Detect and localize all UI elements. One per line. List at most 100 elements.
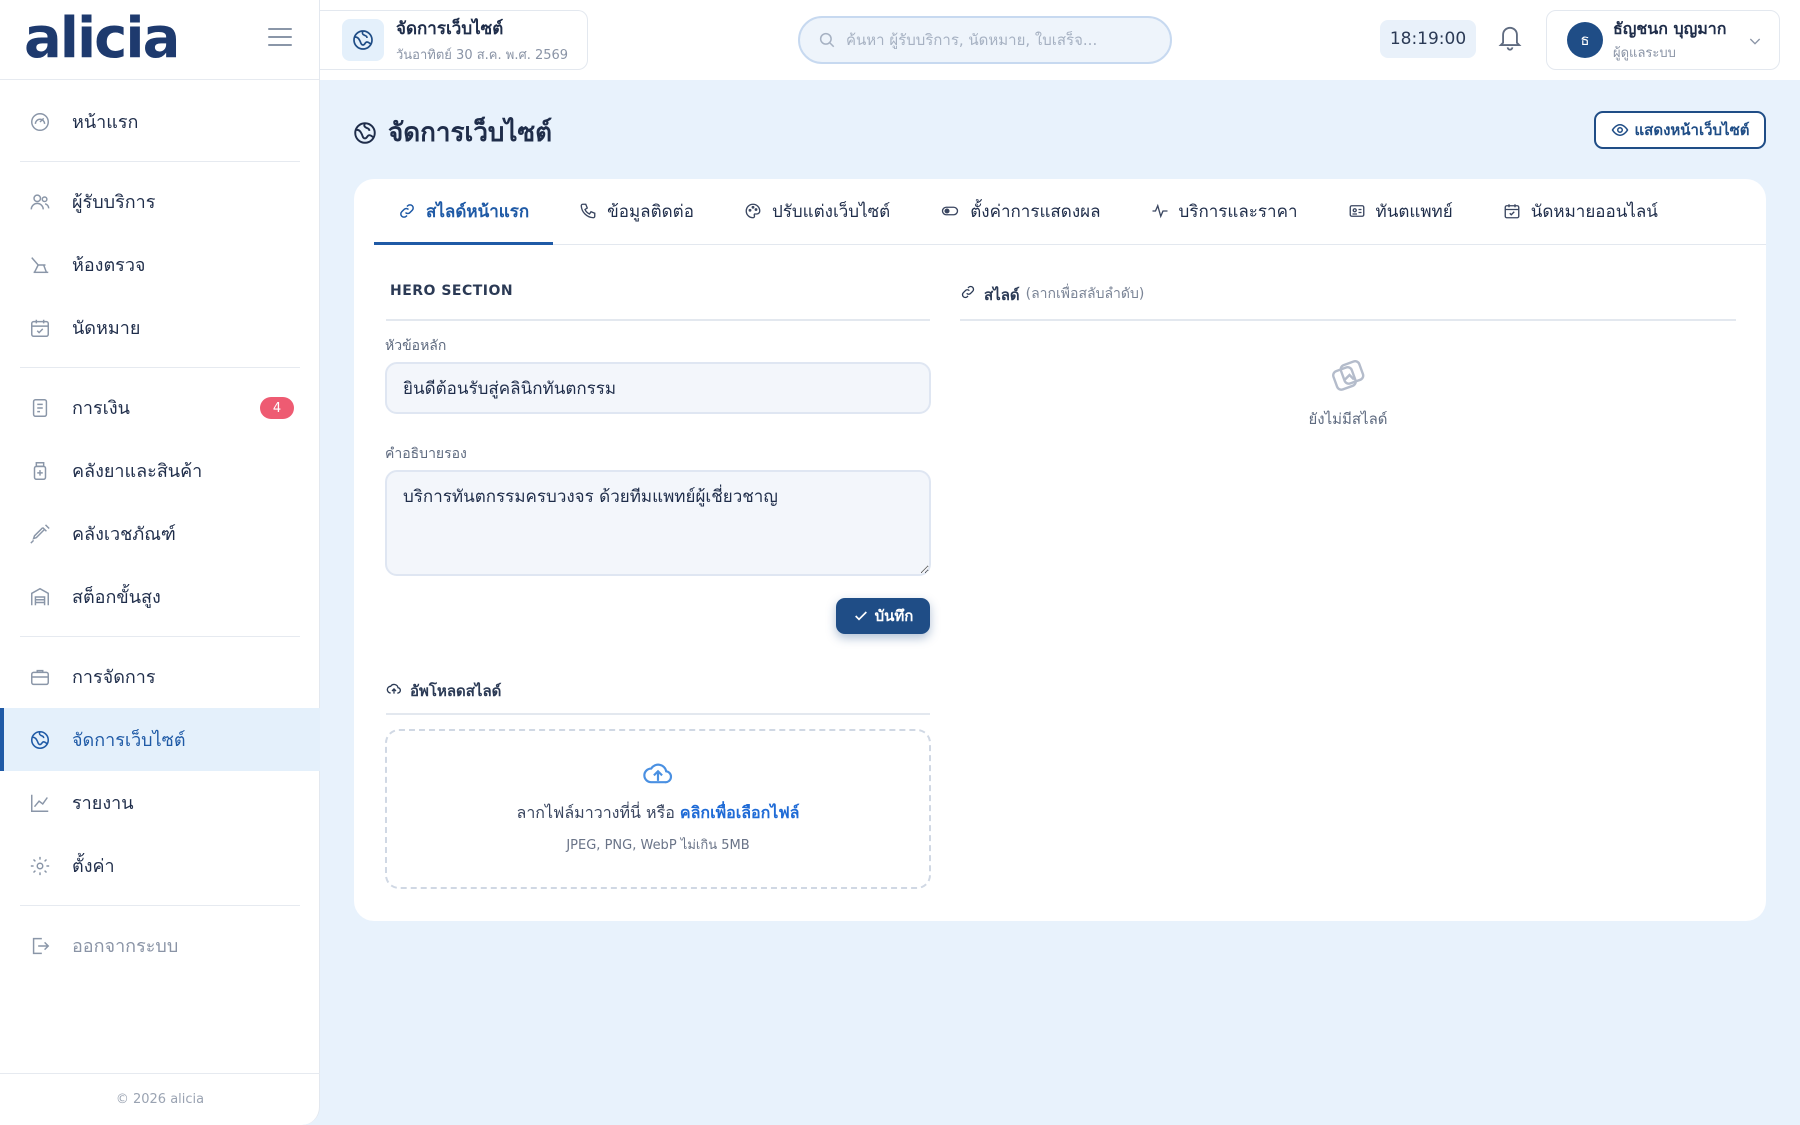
dropzone-text: ลากไฟล์มาวางที่นี่ หรือ คลิกเพื่อเลือกไฟ… [387,801,929,826]
tab-label: ตั้งค่าการแสดงผล [970,201,1101,222]
menu-toggle-icon[interactable] [268,28,292,48]
phone-icon [580,203,596,219]
sidebar-item-label: ผู้รับบริการ [72,192,156,213]
tab-online-booking[interactable]: นัดหมายออนไลน์ [1479,178,1682,244]
cloud-upload-icon [387,759,929,793]
upload-section-heading: อัพโหลดสไลด์ [386,679,930,715]
nav-divider [20,161,300,162]
sidebar-item-pharmacy[interactable]: คลังยาและสินค้า [0,439,320,502]
sidebar: alicia หน้าแรก ผู้รับบริการ ห้องตรวจ นัด… [0,0,320,1125]
website-settings-card: สไลด์หน้าแรก ข้อมูลติดต่อ ปรับแต่งเว็บไซ… [354,179,1766,921]
sidebar-item-appointments[interactable]: นัดหมาย [0,296,320,359]
tab-label: สไลด์หน้าแรก [426,201,530,222]
subtitle-textarea[interactable]: บริการทันตกรรมครบวงจร ด้วยทีมแพทย์ผู้เชี… [385,470,931,576]
sidebar-item-label: ออกจากระบบ [72,936,179,957]
sidebar-item-exam-room[interactable]: ห้องตรวจ [0,233,320,296]
tab-label: ข้อมูลติดต่อ [607,201,694,222]
file-dropzone[interactable]: ลากไฟล์มาวางที่นี่ หรือ คลิกเพื่อเลือกไฟ… [385,729,931,889]
tab-services-pricing[interactable]: บริการและราคา [1127,178,1322,244]
chevron-down-icon [1749,38,1761,45]
sidebar-item-label: หน้าแรก [72,112,139,133]
tab-label: นัดหมายออนไลน์ [1530,201,1658,222]
tab-customize-website[interactable]: ปรับแต่งเว็บไซต์ [720,178,914,244]
save-button-label: บันทึก [874,607,914,625]
sidebar-item-label: นัดหมาย [72,318,141,339]
brand-header: alicia [0,0,319,80]
warehouse-icon [28,585,52,609]
sidebar-item-reports[interactable]: รายงาน [0,771,320,834]
sidebar-footer: © 2026 alicia [0,1073,320,1125]
sidebar-item-advanced-stock[interactable]: สต็อกขั้นสูง [0,565,320,628]
sidebar-item-management[interactable]: การจัดการ [0,645,320,708]
tab-bar: สไลด์หน้าแรก ข้อมูลติดต่อ ปรับแต่งเว็บไซ… [374,179,1766,245]
sidebar-item-label: จัดการเว็บไซต์ [72,730,186,751]
sidebar-item-finance[interactable]: การเงิน 4 [0,376,320,439]
sidebar-item-label: คลังยาและสินค้า [72,461,203,482]
cloud-upload-icon [386,683,402,694]
choose-file-link[interactable]: คลิกเพื่อเลือกไฟล์ [680,803,800,822]
sidebar-item-label: คลังเวชภัณฑ์ [72,524,176,545]
briefcase-icon [28,665,52,689]
tab-display-settings[interactable]: ตั้งค่าการแสดงผล [916,178,1124,244]
search-input[interactable] [846,31,1146,49]
gear-icon [28,854,52,878]
sidebar-item-label: สต็อกขั้นสูง [72,587,161,608]
palette-icon [745,203,761,219]
sidebar-item-label: ตั้งค่า [72,856,115,877]
bell-icon[interactable] [1496,22,1526,54]
page-header: จัดการเว็บไซต์ [352,112,552,153]
tab-contact-info[interactable]: ข้อมูลติดต่อ [555,178,718,244]
preview-website-label: แสดงหน้าเว็บไซต์ [1634,121,1750,139]
headline-input[interactable] [385,362,931,414]
sidebar-item-label: การเงิน [72,398,130,419]
search-bar[interactable] [798,16,1172,64]
hero-section-heading: HERO SECTION [386,283,930,321]
calendar-check-icon [1504,204,1520,219]
users-icon [28,190,52,214]
check-icon [854,611,867,621]
tab-label: ปรับแต่งเว็บไซต์ [771,201,891,222]
headline-label: หัวข้อหลัก [385,338,447,354]
tab-home-slides[interactable]: สไลด์หน้าแรก [374,178,554,245]
current-page-chip: จัดการเว็บไซต์ วันอาทิตย์ 30 ส.ค. พ.ศ. 2… [320,10,588,70]
dropzone-instruction: ลากไฟล์มาวางที่นี่ หรือ [516,803,675,822]
preview-website-button[interactable]: แสดงหน้าเว็บไซต์ [1594,111,1766,149]
images-icon [1332,360,1365,391]
search-icon [819,32,835,48]
link-icon [961,285,975,299]
chart-line-icon [28,791,52,815]
chip-date: วันอาทิตย์ 30 ส.ค. พ.ศ. 2569 [396,48,569,63]
sidebar-item-medical-supplies[interactable]: คลังเวชภัณฑ์ [0,502,320,565]
user-role: ผู้ดูแลระบบ [1613,46,1676,61]
medicine-icon [28,459,52,483]
sidebar-item-logout[interactable]: ออกจากระบบ [0,914,320,977]
brand-logo[interactable]: alicia [24,6,180,71]
nav-divider [20,367,300,368]
save-button[interactable]: บันทึก [836,598,930,634]
tab-dentists[interactable]: ทันตแพทย์ [1324,178,1477,244]
sidebar-item-home[interactable]: หน้าแรก [0,90,320,153]
activity-icon [1152,203,1168,219]
calendar-icon [28,316,52,340]
sidebar-item-label: การจัดการ [72,667,156,688]
user-menu[interactable]: ธ ธัญชนก บุญมาก ผู้ดูแลระบบ [1546,10,1780,70]
sidebar-item-settings[interactable]: ตั้งค่า [0,834,320,897]
finance-badge: 4 [260,397,294,419]
globe-icon [354,121,376,144]
sidebar-item-website[interactable]: จัดการเว็บไซต์ [0,708,320,771]
slides-hint: (ลากเพื่อสลับลำดับ) [1025,286,1145,302]
sidebar-item-patients[interactable]: ผู้รับบริการ [0,170,320,233]
logout-icon [28,934,52,958]
sidebar-nav: หน้าแรก ผู้รับบริการ ห้องตรวจ นัดหมาย กา… [0,90,320,977]
nav-divider [20,905,300,906]
slides-section-heading: สไลด์ (ลากเพื่อสลับลำดับ) [960,283,1736,321]
chip-title: จัดการเว็บไซต์ [396,19,504,39]
dashboard-icon [28,110,52,134]
slides-empty-text: ยังไม่มีสไลด์ [1308,410,1388,428]
tab-label: บริการและราคา [1178,201,1298,222]
globe-icon [28,728,52,752]
eye-icon [1611,123,1628,137]
toggle-icon [942,206,959,216]
avatar: ธ [1567,22,1603,58]
syringe-icon [28,522,52,546]
